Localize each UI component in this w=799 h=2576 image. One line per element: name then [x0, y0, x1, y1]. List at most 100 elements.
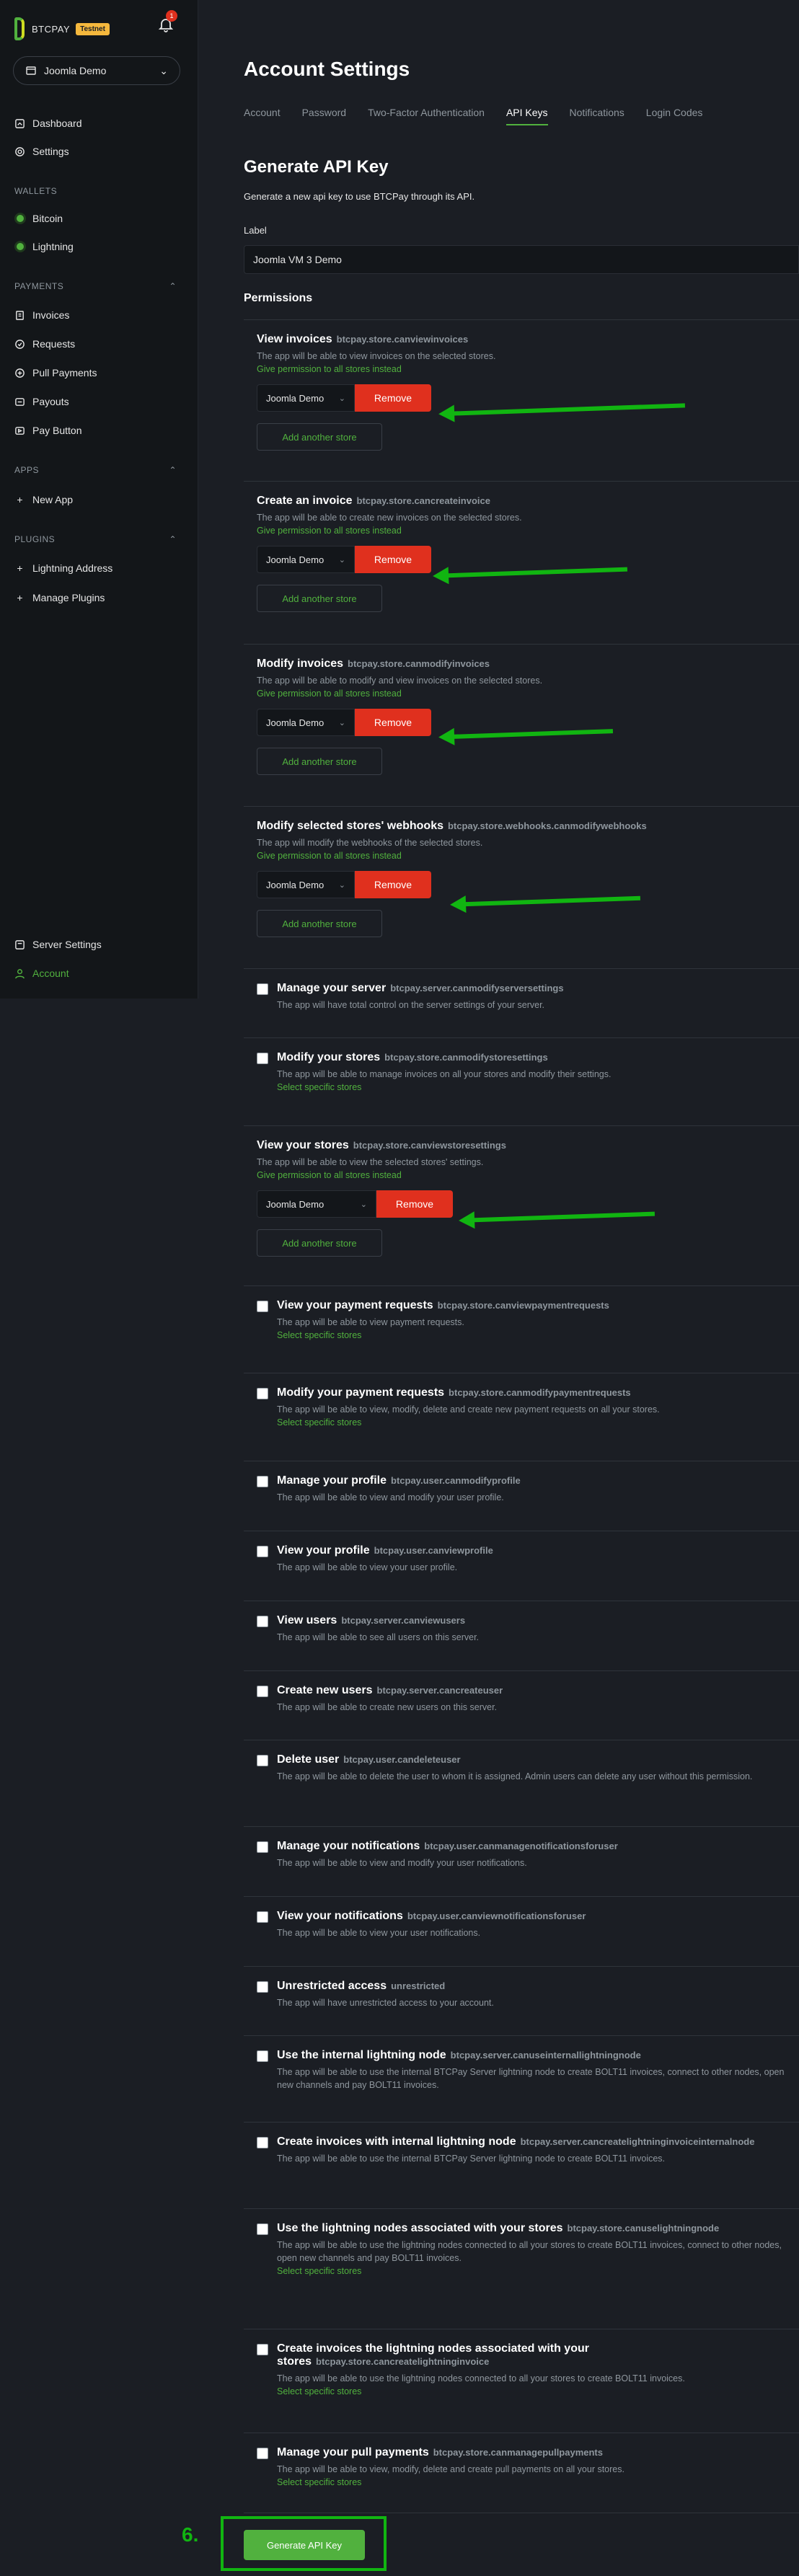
permission-checkbox[interactable]	[257, 2223, 268, 2235]
store-select[interactable]: Joomla Demo ⌄	[257, 871, 355, 898]
nav-invoices[interactable]: Invoices	[14, 307, 69, 323]
nav-payouts[interactable]: Payouts	[14, 394, 69, 410]
store-select-value: Joomla Demo	[266, 1198, 325, 1210]
permission-checkbox[interactable]	[257, 1755, 268, 1766]
add-another-store-button[interactable]: Add another store	[257, 585, 382, 612]
permission-item: View your payment requests btcpay.store.c…	[244, 1285, 799, 1373]
label-input[interactable]: Joomla VM 3 Demo	[244, 245, 799, 274]
permission-scope-link[interactable]: Give permission to all stores instead	[257, 1170, 799, 1180]
payments-heading[interactable]: PAYMENTS ⌃	[14, 281, 177, 291]
nav-lightning[interactable]: Lightning	[14, 239, 74, 254]
generate-api-key-button[interactable]: Generate API Key	[244, 2530, 365, 2560]
permission-scope-link[interactable]: Select specific stores	[277, 2266, 799, 2276]
add-another-store-button[interactable]: Add another store	[257, 910, 382, 937]
permission-checkbox[interactable]	[257, 1911, 268, 1923]
nav-lightning-address[interactable]: + Lightning Address	[14, 560, 112, 576]
nav-server-settings-label: Server Settings	[32, 939, 102, 950]
nav-new-app[interactable]: + New App	[14, 492, 73, 508]
permission-name: Manage your notifications	[277, 1840, 420, 1852]
permission-checkbox[interactable]	[257, 1476, 268, 1487]
permission-name: Delete user	[277, 1753, 340, 1766]
permission-checkbox[interactable]	[257, 983, 268, 995]
tab-api-keys[interactable]: API Keys	[506, 107, 548, 125]
tab-account[interactable]: Account	[244, 107, 281, 125]
permission-checkbox[interactable]	[257, 2448, 268, 2459]
remove-store-button[interactable]: Remove	[355, 546, 431, 573]
brand-name: BTCPAY	[32, 23, 71, 35]
section-title: Generate API Key	[244, 157, 389, 177]
remove-store-button[interactable]: Remove	[355, 384, 431, 412]
permission-description: The app will be able to view, modify, de…	[277, 1404, 660, 1415]
nav-pull-payments[interactable]: Pull Payments	[14, 365, 97, 381]
store-select[interactable]: Joomla Demo ⌄	[257, 709, 355, 736]
nav-pay-button[interactable]: Pay Button	[14, 422, 82, 438]
permission-checkbox[interactable]	[257, 2050, 268, 2062]
permission-checkbox[interactable]	[257, 1053, 268, 1064]
add-another-store-button[interactable]: Add another store	[257, 1229, 382, 1257]
chevron-down-icon: ⌄	[159, 64, 168, 76]
permission-description: The app will be able to delete the user …	[277, 1771, 753, 1781]
apps-heading[interactable]: APPS ⌃	[14, 465, 177, 475]
tab-login-codes[interactable]: Login Codes	[646, 107, 703, 125]
permission-scope-link[interactable]: Give permission to all stores instead	[257, 526, 799, 536]
permission-checkbox[interactable]	[257, 1546, 268, 1557]
tab-password[interactable]: Password	[302, 107, 346, 125]
permission-checkbox[interactable]	[257, 1841, 268, 1853]
permission-code: btcpay.user.canmanagenotificationsforuse…	[424, 1841, 618, 1851]
chevron-down-icon: ⌄	[338, 880, 345, 890]
permission-checkbox[interactable]	[257, 1686, 268, 1697]
permission-code: btcpay.store.webhooks.canmodifywebhooks	[447, 820, 647, 831]
nav-payouts-label: Payouts	[32, 396, 69, 407]
add-another-store-button[interactable]: Add another store	[257, 748, 382, 775]
permission-item: Manage your profile btcpay.user.canmodify…	[244, 1461, 799, 1531]
tab-two-factor[interactable]: Two-Factor Authentication	[368, 107, 485, 125]
permission-scope-link[interactable]: Select specific stores	[277, 2477, 799, 2487]
permission-name: Create invoices with internal lightning …	[277, 2135, 516, 2148]
store-selector[interactable]: Joomla Demo ⌄	[13, 56, 180, 85]
add-another-store-button[interactable]: Add another store	[257, 423, 382, 451]
remove-store-button[interactable]: Remove	[355, 709, 431, 736]
nav-account[interactable]: Account	[14, 965, 69, 981]
permission-scope-link[interactable]: Select specific stores	[277, 2386, 799, 2396]
permission-description: The app will be able to view your user p…	[277, 1562, 458, 1572]
store-select-value: Joomla Demo	[266, 879, 325, 890]
permission-scope-link[interactable]: Give permission to all stores instead	[257, 364, 799, 374]
permission-checkbox[interactable]	[257, 2344, 268, 2355]
plugins-heading[interactable]: PLUGINS ⌃	[14, 534, 177, 544]
permission-item: View your notifications btcpay.user.canvi…	[244, 1896, 799, 1966]
permission-description: The app will be able to use the internal…	[277, 2067, 785, 2090]
nav-settings[interactable]: Settings	[14, 143, 69, 159]
tab-notifications[interactable]: Notifications	[570, 107, 624, 125]
store-select[interactable]: Joomla Demo ⌄	[257, 384, 355, 412]
nav-dashboard[interactable]: Dashboard	[14, 115, 82, 131]
nav-manage-plugins[interactable]: + Manage Plugins	[14, 590, 105, 606]
permission-item: Use the lightning nodes associated with …	[244, 2208, 799, 2329]
permission-scope-link[interactable]: Select specific stores	[277, 1082, 799, 1092]
permission-scope-link[interactable]: Give permission to all stores instead	[257, 851, 799, 861]
remove-store-button[interactable]: Remove	[376, 1190, 453, 1218]
brand[interactable]: BTCPAY Testnet	[13, 17, 110, 40]
permission-checkbox[interactable]	[257, 1301, 268, 1312]
permission-code: btcpay.user.canmodifyprofile	[391, 1475, 521, 1486]
store-select[interactable]: Joomla Demo ⌄	[257, 1190, 376, 1218]
nav-lightning-address-label: Lightning Address	[32, 562, 113, 574]
chevron-down-icon: ⌄	[360, 1200, 367, 1209]
permission-checkbox[interactable]	[257, 2137, 268, 2148]
permission-description: The app will be able to view payment req…	[277, 1317, 464, 1327]
permission-scope-link[interactable]: Select specific stores	[277, 1417, 799, 1428]
remove-store-button[interactable]: Remove	[355, 871, 431, 898]
btcpay-logo-icon	[13, 17, 29, 40]
permission-description: The app will be able to create new invoi…	[257, 513, 522, 523]
nav-requests[interactable]: Requests	[14, 336, 75, 352]
permission-checkbox[interactable]	[257, 1981, 268, 1993]
permission-description: The app will have total control on the s…	[277, 1000, 545, 1010]
permission-scope-link[interactable]: Give permission to all stores instead	[257, 689, 799, 699]
permission-checkbox[interactable]	[257, 1616, 268, 1627]
permission-checkbox[interactable]	[257, 1388, 268, 1399]
store-select[interactable]: Joomla Demo ⌄	[257, 546, 355, 573]
nav-server-settings[interactable]: Server Settings	[14, 937, 102, 952]
nav-settings-label: Settings	[32, 146, 69, 157]
store-icon	[25, 65, 37, 76]
nav-bitcoin[interactable]: Bitcoin	[14, 211, 63, 226]
permission-scope-link[interactable]: Select specific stores	[277, 1330, 799, 1340]
